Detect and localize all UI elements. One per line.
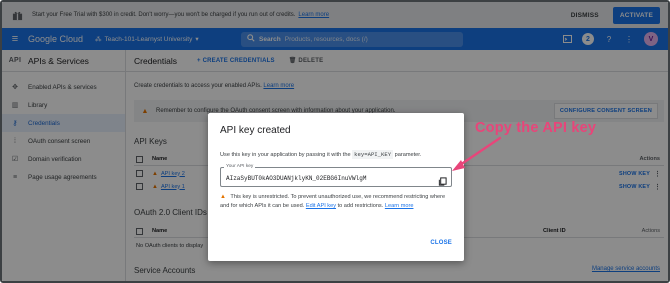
api-key-label: Your API key (224, 164, 256, 169)
edit-api-key-link[interactable]: Edit API key (306, 203, 336, 209)
warning-icon: ▲ (220, 194, 226, 200)
unrestricted-warning: ▲ This key is unrestricted. To prevent u… (220, 194, 446, 209)
dialog-title: API key created (220, 125, 291, 136)
close-button[interactable]: CLOSE (430, 240, 452, 246)
copy-api-key-callout: Copy the API key (475, 120, 597, 136)
api-key-value[interactable]: AIzaSyBUT0kAO3DUANjklyKN_02EBG6InuVWlgM (226, 175, 366, 182)
copy-icon[interactable] (438, 173, 447, 186)
key-param-code: key=API_KEY (352, 150, 394, 159)
app-window: Start your Free Trial with $300 in credi… (0, 0, 670, 283)
api-key-field[interactable]: Your API key AIzaSyBUT0kAO3DUANjklyKN_02… (220, 164, 452, 187)
dialog-description: Use this key in your application by pass… (220, 150, 422, 159)
warning-learn-more-link[interactable]: Learn more (385, 203, 414, 209)
api-key-created-dialog: API key created Use this key in your app… (208, 113, 464, 261)
